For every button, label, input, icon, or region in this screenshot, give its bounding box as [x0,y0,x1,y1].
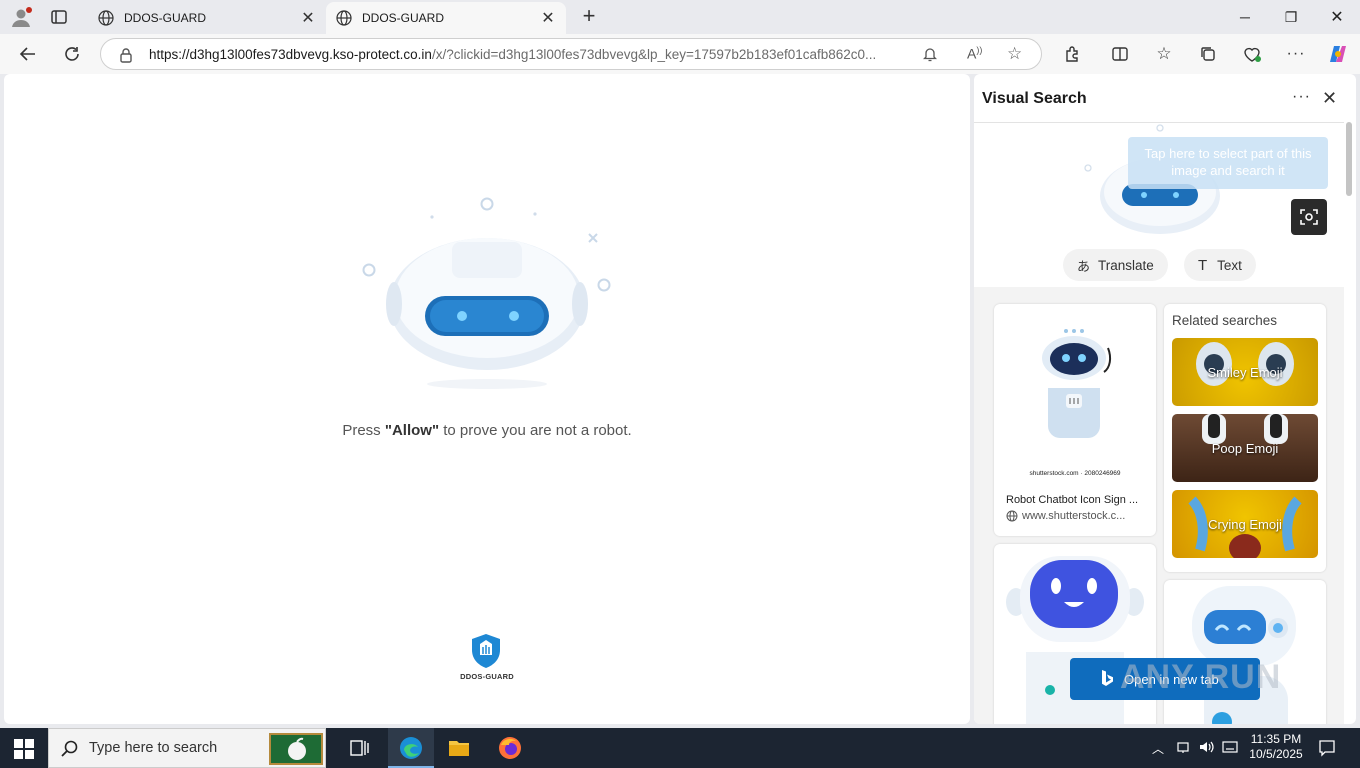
new-tab-button[interactable]: + [578,5,600,28]
clock[interactable]: 11:35 PM 10/5/2025 [1246,732,1306,762]
scan-icon [1300,209,1318,225]
result-image-caption: shutterstock.com · 2080246969 [1029,470,1121,477]
prompt-text-end: to prove you are not a robot. [439,422,632,439]
taskbar-search-box[interactable]: Type here to search [48,728,326,768]
anyrun-watermark: ANY RUN [1120,658,1282,696]
tooltip-text: Tap here to select part of this image an… [1144,146,1312,178]
translate-label: Translate [1098,257,1154,273]
prompt-allow-word: "Allow" [384,422,440,439]
related-label: Smiley Emoji [1207,364,1283,380]
windows-start-icon[interactable] [14,739,34,764]
visual-search-panel: Visual Search ··· ✕ Tap here to select p… [974,74,1356,724]
browser-essentials-icon[interactable] [1238,40,1266,68]
collections-icon[interactable] [1194,40,1222,68]
search-placeholder: Type here to search [89,740,218,756]
result-card[interactable] [1164,580,1326,724]
search-highlight-image [269,733,323,765]
result-source-text: www.shutterstock.c... [1022,510,1126,522]
site-info-icon[interactable] [119,47,133,68]
taskbar-edge-button[interactable] [388,728,434,768]
notifications-icon[interactable] [1318,739,1336,760]
edge-icon [400,737,422,759]
globe-icon [1006,510,1018,522]
address-bar[interactable]: https://d3hg13l00fes73dbvevg.kso-protect… [100,38,1042,70]
url-host: https://d3hg13l00fes73dbvevg.kso-protect… [149,47,432,62]
globe-icon [336,10,352,26]
copilot-icon[interactable] [1324,40,1352,68]
related-smiley-emoji[interactable]: Smiley Emoji [1172,338,1318,406]
result-source[interactable]: www.shutterstock.c... [1006,510,1125,522]
text-button[interactable]: T Text [1184,249,1256,281]
text-label: Text [1217,257,1242,273]
split-screen-icon[interactable] [1106,40,1134,68]
tab-actions-icon[interactable] [50,8,70,26]
browser-toolbar: https://d3hg13l00fes73dbvevg.kso-protect… [0,34,1360,74]
select-region-tooltip[interactable]: Tap here to select part of this image an… [1128,137,1328,189]
file-explorer-icon[interactable] [448,738,470,763]
related-crying-emoji[interactable]: Crying Emoji [1172,490,1318,558]
related-label: Poop Emoji [1211,440,1279,456]
profile-icon[interactable] [10,6,32,28]
bell-icon[interactable] [922,46,938,65]
result-robot-image-3 [1192,586,1296,724]
robot-check-prompt: Press "Allow" to prove you are not a rob… [4,422,970,439]
close-tab-icon[interactable]: ✕ [540,8,556,28]
text-icon: T [1198,256,1208,274]
close-tab-icon[interactable]: ✕ [300,8,316,28]
related-label: Crying Emoji [1208,516,1282,532]
extensions-icon[interactable] [1058,40,1086,68]
url-path: /x/?clickid=d3hg13l00fes73dbvevg&lp_key=… [431,47,877,62]
panel-title: Visual Search [982,90,1087,107]
tab-ddos-guard-1[interactable]: DDOS-GUARD ✕ [88,2,326,34]
tab-title: DDOS-GUARD [124,11,207,25]
refresh-button[interactable] [58,40,86,68]
translate-button[interactable]: あ Translate [1063,249,1168,281]
back-button[interactable] [14,40,42,68]
favorite-star-icon[interactable]: ☆ [1007,44,1022,64]
related-heading: Related searches [1172,313,1278,328]
web-page: Press "Allow" to prove you are not a rob… [4,74,970,724]
panel-more-icon[interactable]: ··· [1292,88,1311,106]
tab-strip: DDOS-GUARD ✕ DDOS-GUARD ✕ + ─ ❐ ✕ [0,0,1360,34]
panel-scrollbar[interactable] [1346,122,1352,196]
network-icon[interactable] [1176,740,1190,757]
result-robot-image [1042,329,1112,438]
firefox-icon[interactable] [498,736,522,765]
ddos-guard-logo-text: DDOS-GUARD [460,672,514,681]
prompt-text: Press [342,422,385,439]
robot-illustration [362,197,611,389]
volume-icon[interactable] [1198,740,1214,757]
clock-time: 11:35 PM [1250,732,1302,746]
related-searches-card: Related searches Smiley Emoji Poop Emoji… [1164,304,1326,572]
result-title[interactable]: Robot Chatbot Icon Sign ... [1006,494,1138,506]
ddos-guard-shield-icon [472,634,500,668]
tab-title: DDOS-GUARD [362,11,445,25]
close-window-button[interactable]: ✕ [1314,0,1360,34]
taskbar: Type here to search ︿ 11:35 PM 10/5/2025 [0,728,1360,768]
visual-search-region-button[interactable] [1291,199,1327,235]
search-icon [61,740,78,757]
minimize-button[interactable]: ─ [1222,0,1268,34]
show-hidden-icons[interactable]: ︿ [1152,740,1164,757]
url-text: https://d3hg13l00fes73dbvevg.kso-protect… [149,47,919,62]
more-options-icon[interactable]: ··· [1282,40,1310,68]
tab-ddos-guard-2[interactable]: DDOS-GUARD ✕ [326,2,566,34]
panel-close-icon[interactable]: ✕ [1322,88,1337,109]
translate-icon: あ [1077,258,1091,274]
bing-icon [1102,670,1113,686]
task-view-icon[interactable] [350,739,370,762]
input-indicator-icon[interactable] [1222,740,1238,757]
favorites-icon[interactable]: ☆ [1150,40,1178,68]
clock-date: 10/5/2025 [1249,747,1303,761]
related-poop-emoji[interactable]: Poop Emoji [1172,414,1318,482]
result-card[interactable]: shutterstock.com · 2080246969 Robot Chat… [994,304,1156,536]
restore-button[interactable]: ❐ [1268,0,1314,34]
read-aloud-icon[interactable]: A)) [967,45,982,62]
globe-icon [98,10,114,26]
